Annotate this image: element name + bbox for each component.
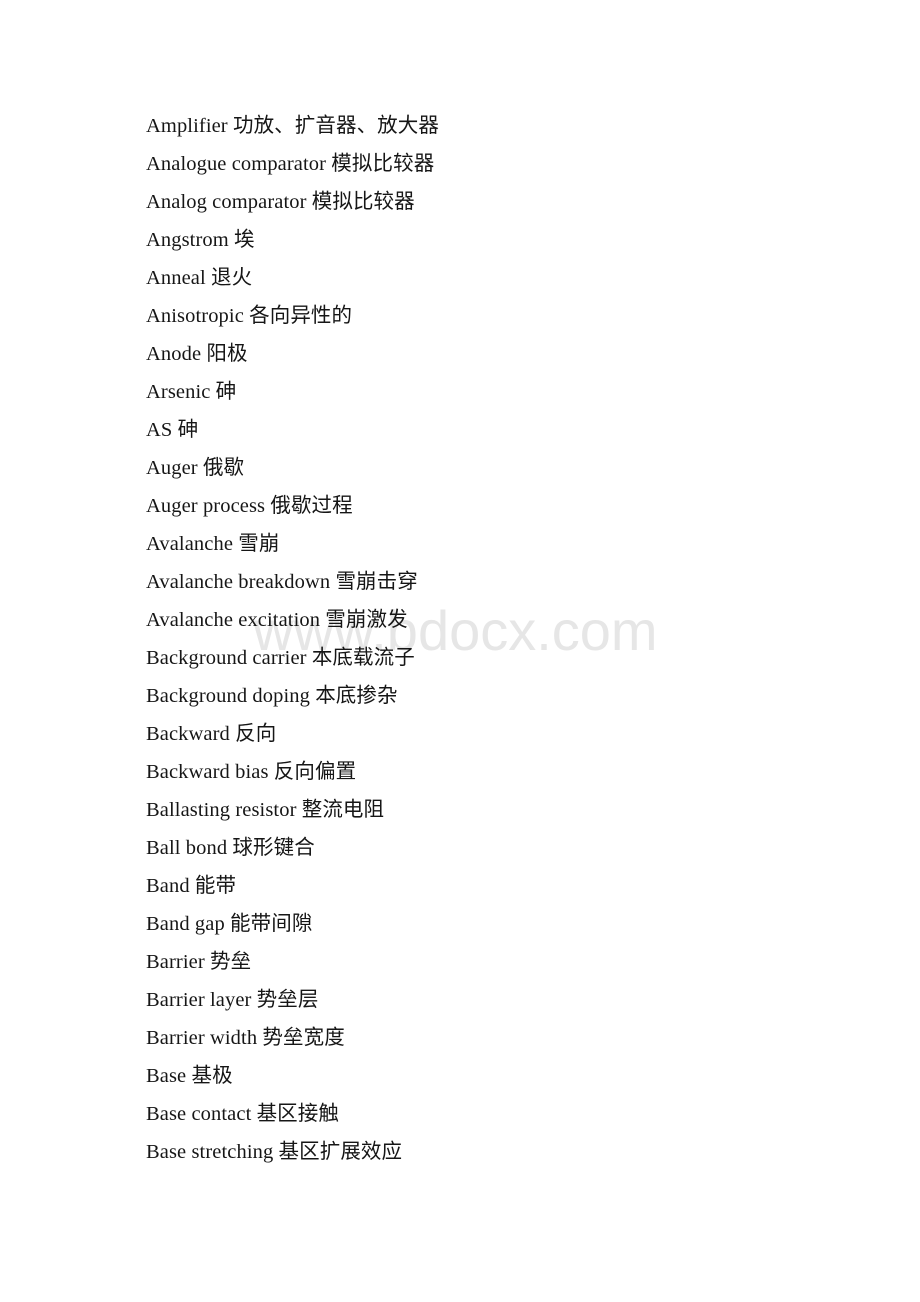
glossary-entry: Angstrom 埃	[146, 229, 255, 251]
glossary-entry: Auger 俄歇	[146, 457, 245, 479]
glossary-entry: Band gap 能带间隙	[146, 913, 313, 935]
glossary-entry: Barrier layer 势垒层	[146, 989, 319, 1011]
glossary-entry: Band 能带	[146, 875, 237, 897]
glossary-entry: Anisotropic 各向异性的	[146, 305, 353, 327]
glossary-list: Amplifier 功放、扩音器、放大器 Analogue comparator …	[146, 107, 846, 1171]
glossary-entry: AS 砷	[146, 419, 199, 441]
glossary-entry: Avalanche excitation 雪崩激发	[146, 609, 408, 631]
glossary-entry: Ball bond 球形键合	[146, 837, 315, 859]
glossary-entry: Base contact 基区接触	[146, 1103, 339, 1125]
glossary-entry: Analogue comparator 模拟比较器	[146, 153, 435, 175]
glossary-entry: Auger process 俄歇过程	[146, 495, 353, 517]
document-page: www.bdocx.com Amplifier 功放、扩音器、放大器 Analog…	[0, 0, 920, 1302]
glossary-entry: Backward bias 反向偏置	[146, 761, 357, 783]
glossary-entry: Avalanche breakdown 雪崩击穿	[146, 571, 418, 593]
glossary-entry: Amplifier 功放、扩音器、放大器	[146, 115, 439, 137]
glossary-entry: Arsenic 砷	[146, 381, 237, 403]
glossary-entry: Analog comparator 模拟比较器	[146, 191, 415, 213]
glossary-entry: Anneal 退火	[146, 267, 253, 289]
glossary-entry: Barrier 势垒	[146, 951, 252, 973]
glossary-entry: Background doping 本底掺杂	[146, 685, 398, 707]
glossary-entry: Backward 反向	[146, 723, 277, 745]
glossary-entry: Avalanche 雪崩	[146, 533, 280, 555]
glossary-entry: Background carrier 本底载流子	[146, 647, 415, 669]
glossary-entry: Ballasting resistor 整流电阻	[146, 799, 385, 821]
glossary-entry: Base 基极	[146, 1065, 233, 1087]
glossary-entry: Anode 阳极	[146, 343, 248, 365]
glossary-entry: Base stretching 基区扩展效应	[146, 1141, 403, 1163]
glossary-entry: Barrier width 势垒宽度	[146, 1027, 345, 1049]
